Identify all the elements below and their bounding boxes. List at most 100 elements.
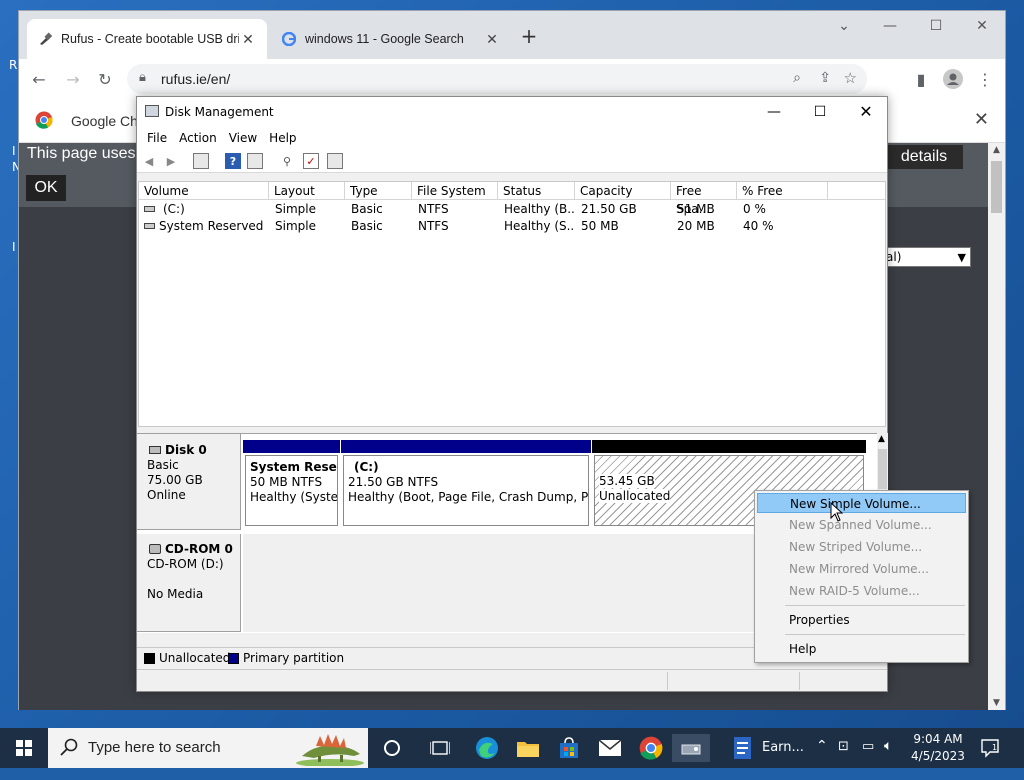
menu-help[interactable]: Help: [263, 127, 302, 149]
maximize-icon[interactable]: ☐: [805, 101, 835, 123]
taskbar-app-label[interactable]: Earn...: [762, 740, 804, 780]
clock[interactable]: 9:04 AM 4/5/2023: [908, 731, 968, 765]
partition-c[interactable]: (C:) 21.50 GB NTFS Healthy (Boot, Page F…: [341, 440, 591, 528]
infobar-close-icon[interactable]: ✕: [974, 109, 989, 130]
tab-google-search[interactable]: windows 11 - Google Search ✕: [271, 19, 511, 59]
word-icon[interactable]: [728, 734, 756, 762]
edge-icon[interactable]: [473, 734, 501, 762]
connect-icon[interactable]: ⚲: [279, 153, 295, 169]
network-icon[interactable]: ⊡: [838, 739, 849, 779]
col-status[interactable]: Status: [498, 182, 575, 200]
clock-date: 4/5/2023: [911, 749, 965, 763]
side-panel-icon[interactable]: ▮: [909, 67, 933, 91]
ok-button[interactable]: OK: [26, 175, 66, 201]
col-percent-free[interactable]: % Free: [737, 182, 828, 200]
monitor-icon[interactable]: ▭: [862, 739, 874, 779]
store-icon[interactable]: [555, 734, 583, 762]
cell-capacity: 50 MB: [581, 219, 619, 233]
help-icon[interactable]: ?: [225, 153, 241, 169]
disk0-label[interactable]: Disk 0 Basic 75.00 GB Online: [137, 434, 241, 530]
cdrom0-drive: CD-ROM (D:): [147, 557, 224, 571]
col-layout[interactable]: Layout: [269, 182, 345, 200]
details-button[interactable]: details: [885, 145, 963, 169]
profile-avatar-icon[interactable]: [941, 67, 965, 91]
minimize-icon[interactable]: —: [759, 101, 789, 123]
dm-toolbar: ◀ ▶ ? ⚲ ✓: [137, 149, 887, 173]
legend-primary: Primary partition: [243, 651, 345, 665]
col-volume[interactable]: Volume: [139, 182, 269, 200]
table-row[interactable]: (C:) Simple Basic NTFS Healthy (B... 21.…: [139, 201, 885, 218]
cookie-text: This page uses: [27, 145, 136, 162]
menu-new-raid5-volume[interactable]: New RAID-5 Volume...: [757, 581, 966, 601]
minimize-icon[interactable]: —: [867, 11, 913, 41]
back-arrow-icon[interactable]: ←: [27, 67, 51, 91]
chevron-up-icon[interactable]: ⌃: [816, 738, 828, 778]
scroll-up-icon[interactable]: ▲: [988, 145, 1005, 155]
tab-search-icon[interactable]: ⌄: [821, 11, 867, 41]
page-scrollbar[interactable]: ▲ ▼: [988, 143, 1005, 710]
cdrom0-media: No Media: [147, 587, 204, 601]
properties-icon[interactable]: [247, 153, 263, 169]
scroll-thumb[interactable]: [878, 449, 887, 489]
kebab-menu-icon[interactable]: ⋮: [973, 67, 997, 91]
scroll-up-icon[interactable]: ▲: [878, 434, 885, 444]
scroll-thumb[interactable]: [991, 161, 1002, 213]
file-explorer-icon[interactable]: [514, 734, 542, 762]
tab-close-icon[interactable]: ✕: [483, 31, 501, 48]
menu-new-striped-volume[interactable]: New Striped Volume...: [757, 537, 966, 557]
menu-view[interactable]: View: [223, 127, 263, 149]
menu-new-mirrored-volume[interactable]: New Mirrored Volume...: [757, 559, 966, 579]
cell-pct-free: 40 %: [743, 219, 774, 233]
desktop-fragment: I: [12, 144, 16, 158]
check-icon[interactable]: ✓: [303, 153, 319, 169]
table-row[interactable]: System Reserved Simple Basic NTFS Health…: [139, 218, 885, 235]
tab-close-icon[interactable]: ✕: [239, 31, 257, 48]
zoom-icon[interactable]: ⌕: [793, 70, 801, 86]
dm-menubar: File Action View Help: [137, 127, 887, 149]
bookmark-star-icon[interactable]: ☆: [844, 69, 857, 87]
cortana-icon[interactable]: [378, 734, 406, 762]
console-tree-icon[interactable]: [193, 153, 209, 169]
scroll-down-icon[interactable]: ▼: [988, 698, 1005, 708]
menu-action[interactable]: Action: [173, 127, 223, 149]
back-arrow-icon[interactable]: ◀: [141, 153, 157, 169]
cdrom0-label[interactable]: CD-ROM 0 CD-ROM (D:) No Media: [137, 534, 241, 632]
forward-arrow-icon[interactable]: →: [61, 67, 85, 91]
start-button[interactable]: [0, 728, 48, 768]
volume-icon[interactable]: 🔈︎: [884, 738, 892, 778]
col-capacity[interactable]: Capacity: [575, 182, 671, 200]
menu-new-simple-volume[interactable]: New Simple Volume...: [757, 493, 966, 513]
share-icon[interactable]: ⇪: [819, 70, 831, 86]
partition-bar: [341, 440, 591, 453]
menu-new-spanned-volume[interactable]: New Spanned Volume...: [757, 515, 966, 535]
close-icon[interactable]: ✕: [959, 11, 1005, 41]
menu-file[interactable]: File: [141, 127, 173, 149]
google-favicon-icon: [281, 31, 297, 47]
tab-rufus[interactable]: Rufus - Create bootable USB drive ✕: [27, 19, 267, 59]
address-bar[interactable]: 🔒︎ rufus.ie/en/ ⌕ ⇪ ☆: [127, 64, 867, 94]
col-file-system[interactable]: File System: [412, 182, 498, 200]
new-tab-button[interactable]: +: [517, 25, 541, 49]
cell-free: 20 MB: [677, 219, 715, 233]
close-icon[interactable]: ✕: [851, 101, 881, 123]
maximize-icon[interactable]: ☐: [913, 11, 959, 41]
col-type[interactable]: Type: [345, 182, 412, 200]
forward-arrow-icon[interactable]: ▶: [163, 153, 179, 169]
reload-icon[interactable]: ↻: [93, 67, 117, 91]
lock-icon: 🔒︎: [139, 70, 146, 85]
cell-volume: System Reserved: [159, 219, 264, 233]
taskbar-search[interactable]: Type here to search: [48, 728, 368, 768]
language-select[interactable]: al) ▼: [881, 247, 971, 267]
windows-logo-icon: [16, 740, 32, 756]
menu-properties[interactable]: Properties: [757, 610, 966, 630]
disk-management-taskbar-icon[interactable]: [672, 734, 710, 762]
col-free-space[interactable]: Free Spa...: [671, 182, 737, 216]
mail-icon[interactable]: [596, 734, 624, 762]
notification-icon[interactable]: 1: [980, 738, 1002, 758]
task-view-icon[interactable]: [426, 734, 454, 762]
list-icon[interactable]: [327, 153, 343, 169]
chrome-taskbar-icon[interactable]: [637, 734, 665, 762]
taskbar: Type here to search Earn... ⌃ ⊡ ▭ 🔈︎ 9:0…: [0, 728, 1024, 768]
menu-help[interactable]: Help: [757, 639, 966, 659]
partition-system-reserved[interactable]: System Reserv 50 MB NTFS Healthy (Systen: [243, 440, 340, 528]
